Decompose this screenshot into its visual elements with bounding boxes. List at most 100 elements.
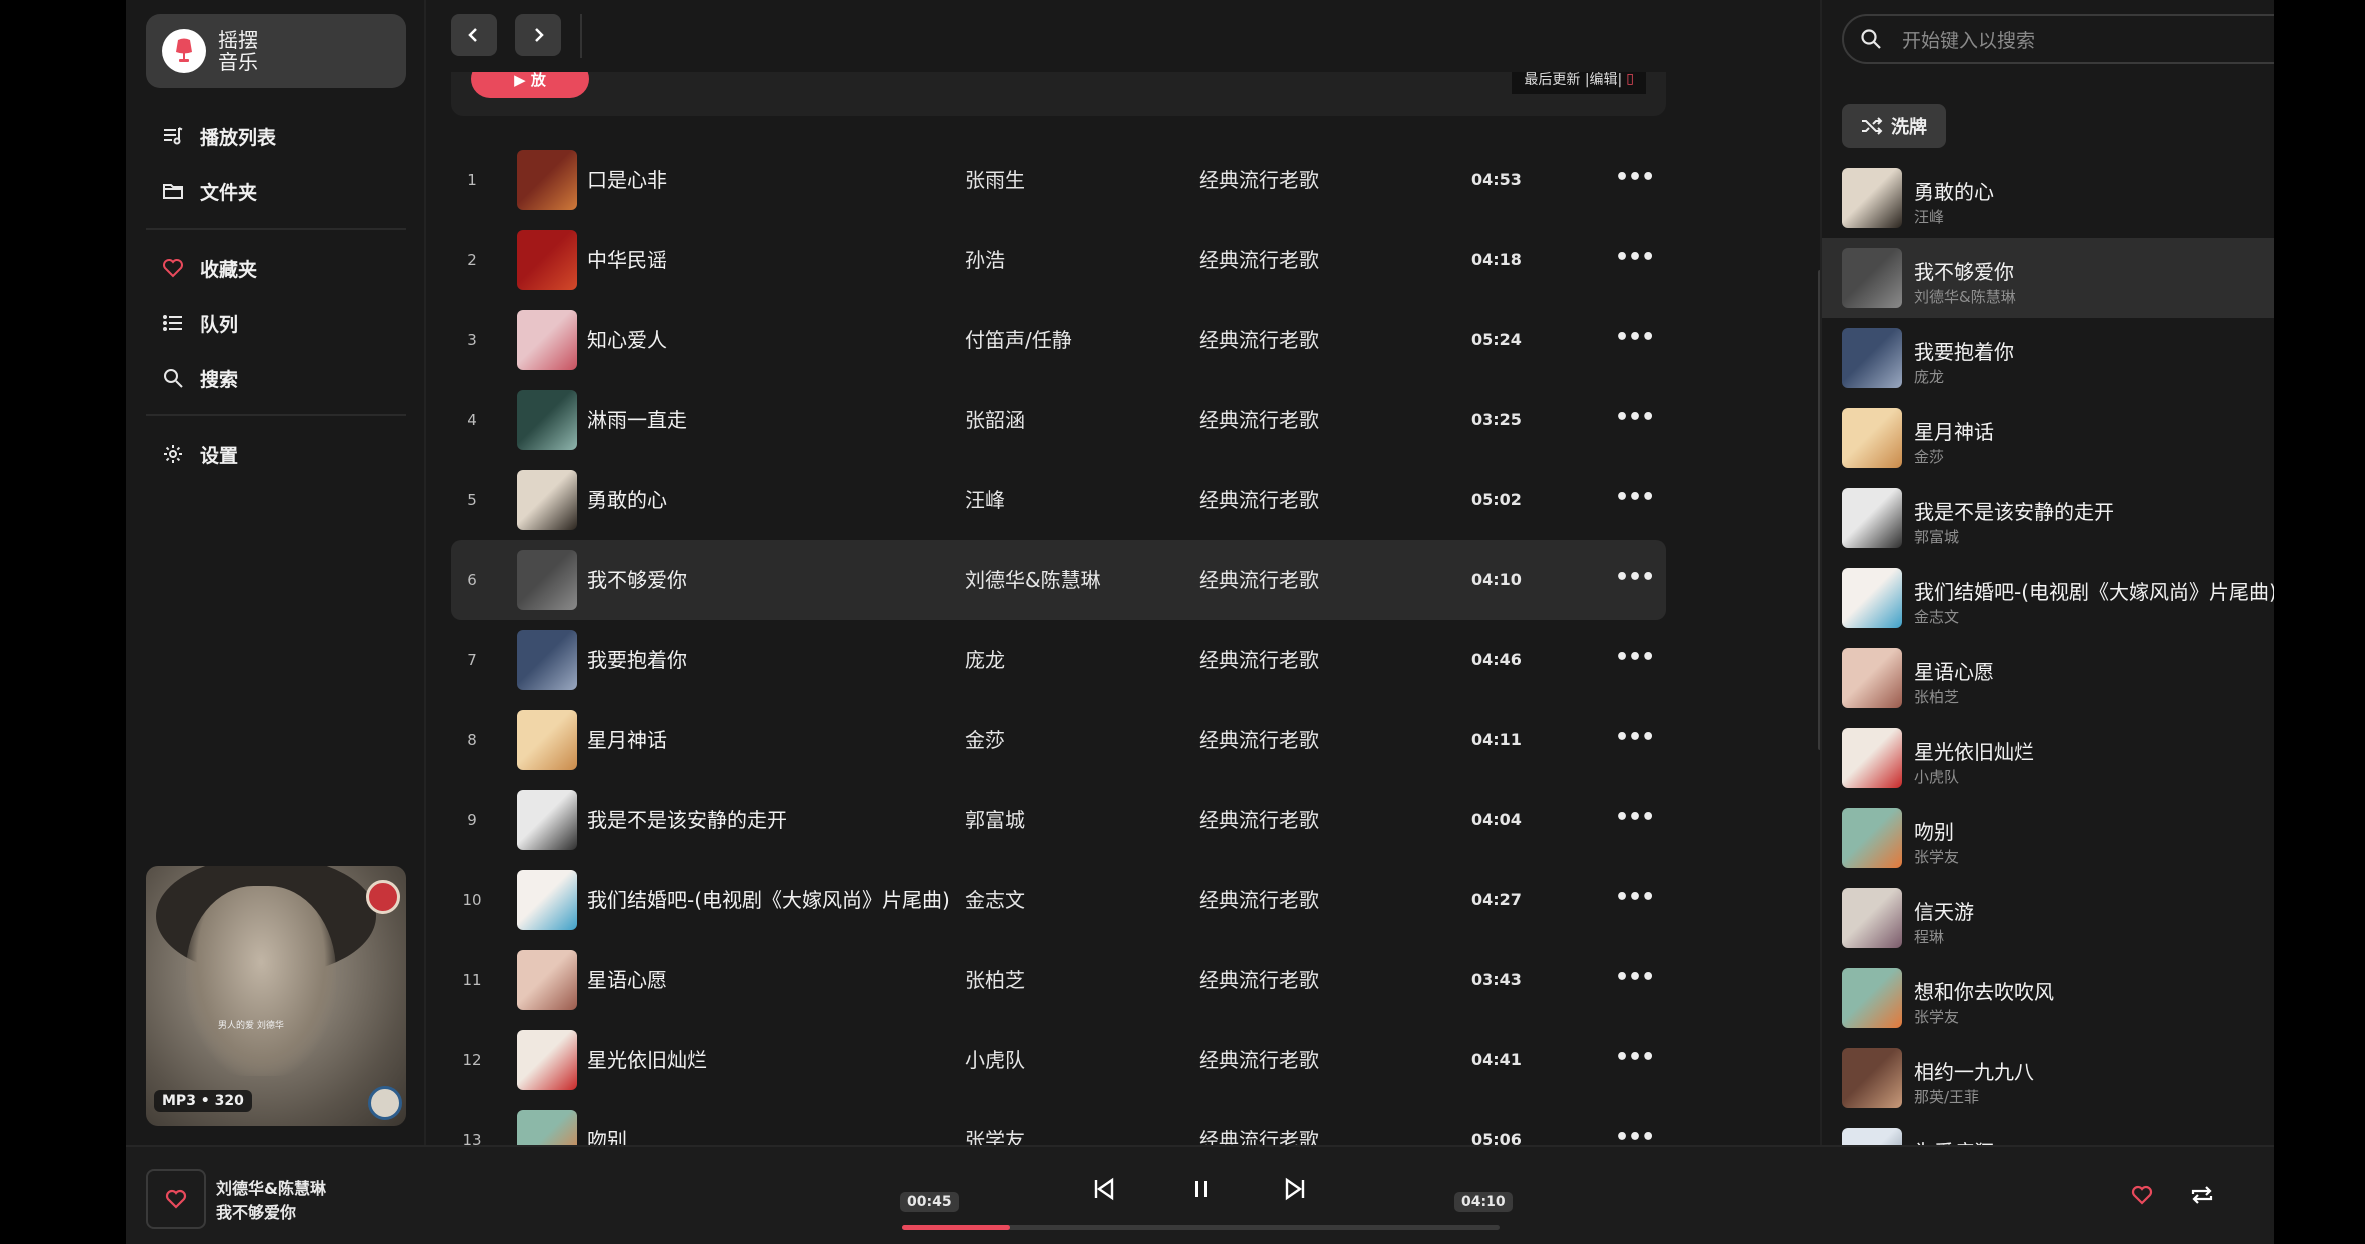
more-options-icon[interactable]: ••• <box>1615 940 1655 1016</box>
sidebar-item-settings[interactable]: 设置 <box>160 434 238 474</box>
track-title[interactable]: 淋雨一直走 <box>587 380 687 460</box>
sidebar-item-favorites[interactable]: 收藏夹 <box>160 248 257 288</box>
more-options-icon[interactable]: ••• <box>1615 220 1655 296</box>
table-row[interactable]: 5 勇敢的心 汪峰 经典流行老歌 05:02 ••• <box>451 460 1666 540</box>
track-title[interactable]: 星光依旧灿烂 <box>587 1020 707 1100</box>
track-album[interactable]: 经典流行老歌 <box>1199 540 1319 620</box>
table-row[interactable]: 11 星语心愿 张柏芝 经典流行老歌 03:43 ••• <box>451 940 1666 1020</box>
track-album[interactable]: 经典流行老歌 <box>1199 780 1319 860</box>
track-artist[interactable]: 张柏芝 <box>965 940 1025 1020</box>
more-options-icon[interactable]: ••• <box>1615 140 1655 216</box>
more-options-icon[interactable]: ••• <box>1615 300 1655 376</box>
brand[interactable]: 摇摆 音乐 <box>146 14 406 88</box>
search-input[interactable]: 开始键入以搜索 <box>1902 26 2035 53</box>
track-album[interactable]: 经典流行老歌 <box>1199 300 1319 380</box>
track-album[interactable]: 经典流行老歌 <box>1199 620 1319 700</box>
queue-item[interactable]: 我是不是该安静的走开 郭富城 <box>1822 478 2274 558</box>
track-album[interactable]: 经典流行老歌 <box>1199 940 1319 1020</box>
table-row[interactable]: 4 淋雨一直走 张韶涵 经典流行老歌 03:25 ••• <box>451 380 1666 460</box>
track-artist[interactable]: 庞龙 <box>965 620 1005 700</box>
table-row[interactable]: 8 星月神话 金莎 经典流行老歌 04:11 ••• <box>451 700 1666 780</box>
more-options-icon[interactable]: ••• <box>1615 540 1655 616</box>
track-title[interactable]: 勇敢的心 <box>587 460 667 540</box>
next-button[interactable] <box>1275 1169 1315 1209</box>
pause-button[interactable] <box>1181 1169 1221 1209</box>
queue-item[interactable]: 勇敢的心 汪峰 <box>1822 158 2274 238</box>
track-album[interactable]: 经典流行老歌 <box>1199 380 1319 460</box>
play-all-button[interactable]: ▶ 放 <box>471 72 589 98</box>
queue-item[interactable]: 吻别 张学友 <box>1822 798 2274 878</box>
more-options-icon[interactable]: ••• <box>1615 380 1655 456</box>
shuffle-button[interactable]: 洗牌 <box>1842 104 1946 148</box>
trash-icon[interactable]: ▯ <box>1626 72 1634 87</box>
more-options-icon[interactable]: ••• <box>1615 780 1655 856</box>
track-artist[interactable]: 刘德华&陈慧琳 <box>965 540 1101 620</box>
track-album[interactable]: 经典流行老歌 <box>1199 460 1319 540</box>
track-album[interactable]: 经典流行老歌 <box>1199 1100 1319 1145</box>
track-album[interactable]: 经典流行老歌 <box>1199 220 1319 300</box>
more-options-icon[interactable]: ••• <box>1615 700 1655 776</box>
track-title[interactable]: 知心爱人 <box>587 300 667 380</box>
repeat-button[interactable] <box>2184 1177 2220 1213</box>
table-row[interactable]: 3 知心爱人 付笛声/任静 经典流行老歌 05:24 ••• <box>451 300 1666 380</box>
track-artist[interactable]: 张韶涵 <box>965 380 1025 460</box>
now-playing-title[interactable]: 我不够爱你 <box>216 1199 296 1223</box>
now-playing-cover[interactable]: 男人的爱 刘德华 MP3 • 320 <box>146 866 406 1126</box>
table-row[interactable]: 7 我要抱着你 庞龙 经典流行老歌 04:46 ••• <box>451 620 1666 700</box>
more-options-icon[interactable]: ••• <box>1615 620 1655 696</box>
table-row[interactable]: 10 我们结婚吧-(电视剧《大嫁风尚》片尾曲) 金志文 经典流行老歌 04:27 ••• <box>451 860 1666 940</box>
sidebar-item-playlists[interactable]: 播放列表 <box>160 116 276 156</box>
track-title[interactable]: 我们结婚吧-(电视剧《大嫁风尚》片尾曲) <box>587 860 950 940</box>
queue-item[interactable]: 为爱痴狂 <box>1822 1118 2274 1145</box>
track-title[interactable]: 我要抱着你 <box>587 620 687 700</box>
track-artist[interactable]: 金莎 <box>965 700 1005 780</box>
more-options-icon[interactable]: ••• <box>1615 860 1655 936</box>
now-playing-artist[interactable]: 刘德华&陈慧琳 <box>216 1175 326 1199</box>
queue-item[interactable]: 想和你去吹吹风 张学友 <box>1822 958 2274 1038</box>
track-title[interactable]: 中华民谣 <box>587 220 667 300</box>
track-title[interactable]: 星月神话 <box>587 700 667 780</box>
table-row[interactable]: 12 星光依旧灿烂 小虎队 经典流行老歌 04:41 ••• <box>451 1020 1666 1100</box>
previous-button[interactable] <box>1084 1169 1124 1209</box>
queue-item[interactable]: 我不够爱你 刘德华&陈慧琳 <box>1822 238 2274 318</box>
track-artist[interactable]: 孙浩 <box>965 220 1005 300</box>
sidebar-item-folders[interactable]: 文件夹 <box>160 171 257 211</box>
queue-item[interactable]: 相约一九九八 那英/王菲 <box>1822 1038 2274 1118</box>
track-artist[interactable]: 金志文 <box>965 860 1025 940</box>
back-button[interactable] <box>451 14 497 56</box>
track-title[interactable]: 口是心非 <box>587 140 667 220</box>
track-artist[interactable]: 付笛声/任静 <box>965 300 1072 380</box>
track-title[interactable]: 吻别 <box>587 1100 627 1145</box>
queue-item[interactable]: 星语心愿 张柏芝 <box>1822 638 2274 718</box>
progress-bar[interactable] <box>902 1225 1500 1230</box>
track-artist[interactable]: 小虎队 <box>965 1020 1025 1100</box>
track-album[interactable]: 经典流行老歌 <box>1199 860 1319 940</box>
queue-item[interactable]: 信天游 程琳 <box>1822 878 2274 958</box>
track-title[interactable]: 我不够爱你 <box>587 540 687 620</box>
last-update-text[interactable]: 最后更新 |编辑| <box>1524 72 1622 89</box>
queue-item[interactable]: 我要抱着你 庞龙 <box>1822 318 2274 398</box>
favorite-button[interactable] <box>2124 1177 2160 1213</box>
table-row[interactable]: 9 我是不是该安静的走开 郭富城 经典流行老歌 04:04 ••• <box>451 780 1666 860</box>
queue-item[interactable]: 星月神话 金莎 <box>1822 398 2274 478</box>
sidebar-item-queue[interactable]: 队列 <box>160 303 238 343</box>
track-album[interactable]: 经典流行老歌 <box>1199 700 1319 780</box>
track-title[interactable]: 星语心愿 <box>587 940 667 1020</box>
more-options-icon[interactable]: ••• <box>1615 1020 1655 1096</box>
table-row[interactable]: 6 我不够爱你 刘德华&陈慧琳 经典流行老歌 04:10 ••• <box>451 540 1666 620</box>
track-artist[interactable]: 郭富城 <box>965 780 1025 860</box>
track-title[interactable]: 我是不是该安静的走开 <box>587 780 787 860</box>
queue-item[interactable]: 我们结婚吧-(电视剧《大嫁风尚》片尾曲) 金志文 <box>1822 558 2274 638</box>
more-options-icon[interactable]: ••• <box>1615 460 1655 536</box>
table-row[interactable]: 2 中华民谣 孙浩 经典流行老歌 04:18 ••• <box>451 220 1666 300</box>
search-field[interactable]: 开始键入以搜索 <box>1842 14 2274 64</box>
track-artist[interactable]: 汪峰 <box>965 460 1005 540</box>
track-artist[interactable]: 张学友 <box>965 1100 1025 1145</box>
sidebar-item-search[interactable]: 搜索 <box>160 358 238 398</box>
track-album[interactable]: 经典流行老歌 <box>1199 1020 1319 1100</box>
table-row[interactable]: 1 口是心非 张雨生 经典流行老歌 04:53 ••• <box>451 140 1666 220</box>
track-artist[interactable]: 张雨生 <box>965 140 1025 220</box>
table-row[interactable]: 13 吻别 张学友 经典流行老歌 05:06 ••• <box>451 1100 1666 1145</box>
forward-button[interactable] <box>515 14 561 56</box>
more-options-icon[interactable]: ••• <box>1615 1100 1655 1145</box>
